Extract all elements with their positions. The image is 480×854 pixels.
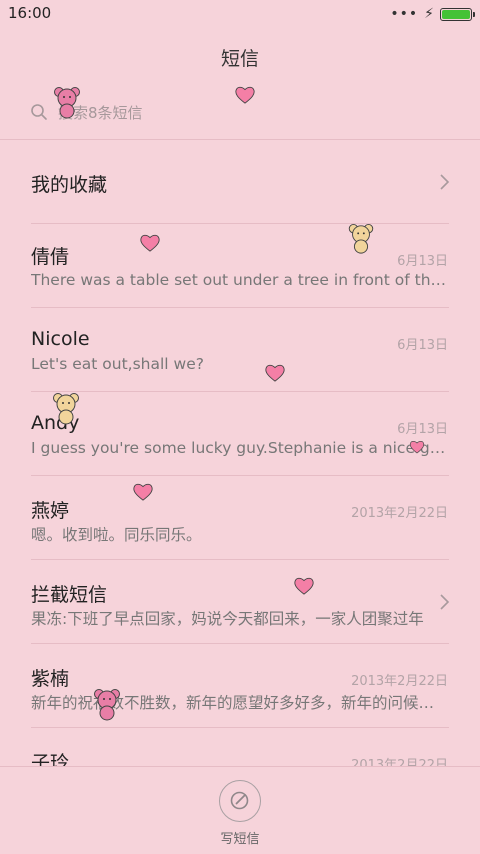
- heart-sticker-icon: [140, 234, 160, 252]
- battery-level-fill: [442, 9, 470, 19]
- chevron-right-icon: [440, 174, 450, 190]
- favorites-row[interactable]: 我的收藏: [0, 140, 480, 224]
- message-date: 6月13日: [397, 254, 448, 269]
- message-preview: 嗯。收到啦。同乐同乐。: [31, 526, 202, 544]
- conversation-row[interactable]: 倩倩 6月13日 There was a table set out under…: [0, 224, 480, 308]
- heart-sticker-icon: [294, 577, 314, 595]
- battery-icon: [440, 7, 475, 21]
- compose-button[interactable]: [219, 780, 261, 822]
- message-preview: I guess you're some lucky guy.Stephanie …: [31, 439, 447, 457]
- message-preview: Let's eat out,shall we?: [31, 355, 204, 373]
- bottom-bar: 写短信: [0, 766, 480, 854]
- conversation-row[interactable]: 燕婷 2013年2月22日 嗯。收到啦。同乐同乐。: [0, 476, 480, 560]
- message-date: 2013年2月22日: [351, 674, 448, 689]
- status-icons: ••• ⚡: [390, 6, 475, 22]
- heart-sticker-icon: [133, 483, 153, 501]
- tan-bear-sticker-icon: [53, 393, 79, 425]
- pink-bear-sticker-icon: [94, 689, 120, 721]
- conversation-row[interactable]: 紫楠 2013年2月22日 新年的祝福数不胜数，新年的愿望好多好多，新年的问候送…: [0, 644, 480, 728]
- status-bar: 16:00 ••• ⚡: [0, 0, 480, 28]
- conversation-row[interactable]: Nicole 6月13日 Let's eat out,shall we?: [0, 308, 480, 392]
- tan-bear-sticker-icon: [348, 223, 374, 254]
- search-icon: [31, 104, 47, 120]
- heart-sticker-icon: [409, 441, 425, 454]
- message-preview: There was a table set out under a tree i…: [31, 271, 447, 289]
- contact-name: 燕婷: [31, 500, 70, 522]
- message-date: 6月13日: [397, 338, 448, 353]
- compose-label: 写短信: [220, 832, 260, 847]
- status-time: 16:00: [8, 4, 52, 22]
- heart-sticker-icon: [265, 364, 285, 382]
- favorites-label: 我的收藏: [31, 174, 108, 196]
- contact-name: Nicole: [31, 328, 90, 350]
- signal-dots-icon: •••: [390, 6, 419, 22]
- contact-name: 拦截短信: [31, 584, 108, 606]
- compose-icon: [230, 791, 249, 810]
- message-date: 2013年2月22日: [351, 506, 448, 521]
- heart-sticker-icon: [235, 86, 255, 104]
- contact-name: 倩倩: [31, 246, 70, 268]
- message-date: 6月13日: [397, 422, 448, 437]
- page-title: 短信: [220, 48, 259, 70]
- message-preview: 果冻:下班了早点回家，妈说今天都回来，一家人团聚过年: [31, 610, 424, 628]
- charging-bolt-icon: ⚡: [424, 6, 434, 22]
- contact-name: 紫楠: [31, 668, 70, 690]
- pink-bear-sticker-icon: [54, 87, 80, 119]
- blocked-messages-row[interactable]: 拦截短信 果冻:下班了早点回家，妈说今天都回来，一家人团聚过年: [0, 560, 480, 644]
